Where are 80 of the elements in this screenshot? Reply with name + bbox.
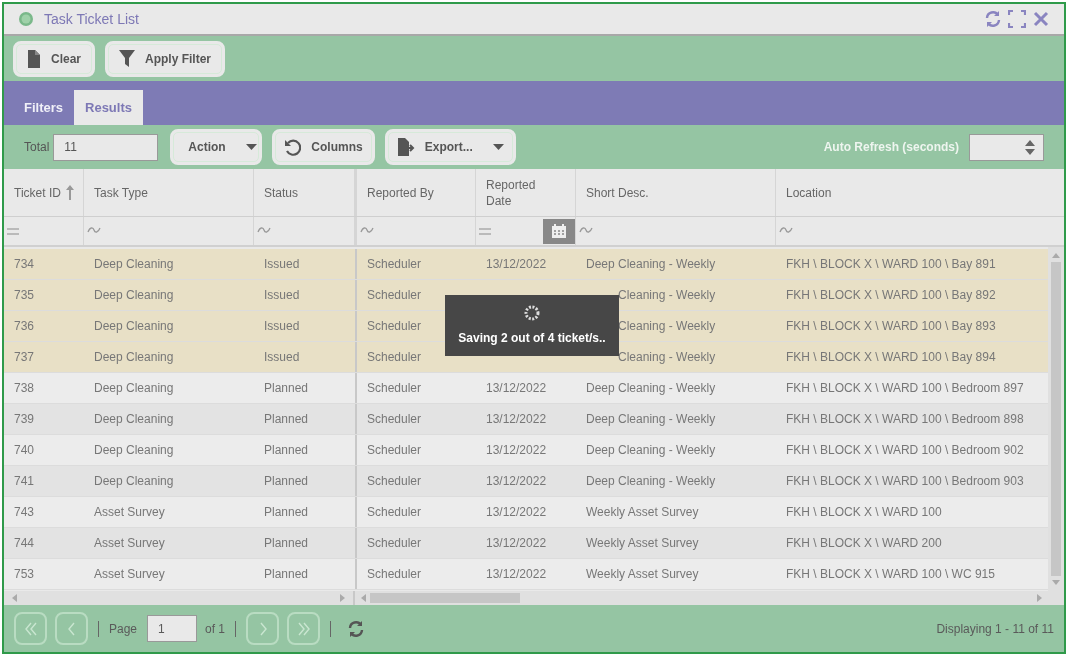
table-cell-text: Scheduler xyxy=(367,442,422,459)
table-cell-text: 13/12/2022 xyxy=(486,256,547,273)
table-cell-text: 736 xyxy=(14,318,35,335)
table-cell-text: FKH \ BLOCK X \ WARD 100 \ Bedroom 903 xyxy=(786,473,1024,490)
table-cell-text: Scheduler xyxy=(367,504,422,521)
table-cell-text: Deep Cleaning - Weekly xyxy=(586,442,716,459)
table-cell-text: Deep Cleaning xyxy=(94,349,174,366)
table-cell-text: FKH \ BLOCK X \ WARD 100 \ Bay 891 xyxy=(786,256,996,273)
table-cell-text: Deep Cleaning - Weekly xyxy=(586,411,716,428)
table-cell-text: Cleaning - Weekly xyxy=(618,287,716,304)
table-cell-text: Deep Cleaning xyxy=(94,411,174,428)
table-cell-text: 739 xyxy=(14,411,35,428)
table-cell-text: 13/12/2022 xyxy=(486,504,547,521)
table-cell-text: 741 xyxy=(14,473,35,490)
table-cell-text: 734 xyxy=(14,256,35,273)
table-cell-text: Planned xyxy=(264,442,309,459)
table-cell-text: Scheduler xyxy=(367,318,422,335)
display-count-label: Displaying 1 - 11 of 11 xyxy=(936,620,1054,638)
table-cell-text: Deep Cleaning - Weekly xyxy=(586,256,716,273)
table-cell-text: Asset Survey xyxy=(94,535,165,552)
table-cell-text: Deep Cleaning - Weekly xyxy=(586,380,716,397)
table-cell-text: FKH \ BLOCK X \ WARD 100 \ Bay 893 xyxy=(786,318,996,335)
table-cell-text: 753 xyxy=(14,566,35,583)
table-cell-text: FKH \ BLOCK X \ WARD 100 xyxy=(786,504,942,521)
table-cell-text: Scheduler xyxy=(367,287,422,304)
table-cell-text: Weekly Asset Survey xyxy=(586,566,699,583)
table-cell-text: FKH \ BLOCK X \ WARD 100 \ Bedroom 898 xyxy=(786,411,1024,428)
table-cell-text: Planned xyxy=(264,380,309,397)
table-cell-text: Deep Cleaning xyxy=(94,256,174,273)
table-cell-text: 743 xyxy=(14,504,35,521)
table-cell-text: FKH \ BLOCK X \ WARD 100 \ Bay 894 xyxy=(786,349,996,366)
table-cell-text: Asset Survey xyxy=(94,566,165,583)
table-cell-text: Weekly Asset Survey xyxy=(586,504,699,521)
table-cell-text: Scheduler xyxy=(367,535,422,552)
table-cell-text: Deep Cleaning - Weekly xyxy=(586,473,716,490)
table-cell-text: Deep Cleaning xyxy=(94,380,174,397)
table-cell-text: Planned xyxy=(264,535,309,552)
table-cell-text: 735 xyxy=(14,287,35,304)
table-cell-text: Issued xyxy=(264,287,300,304)
table-cell-text: Deep Cleaning xyxy=(94,287,174,304)
table-cell-text: Deep Cleaning xyxy=(94,473,174,490)
table-cell-text: 13/12/2022 xyxy=(486,535,547,552)
table-cell-text: 13/12/2022 xyxy=(486,566,547,583)
table-cell-text: Scheduler xyxy=(367,566,422,583)
table-cell-text: FKH \ BLOCK X \ WARD 100 \ Bedroom 897 xyxy=(786,380,1024,397)
table-cell-text: Cleaning - Weekly xyxy=(618,349,716,366)
table-cell-text: 740 xyxy=(14,442,35,459)
window-title: Task Ticket List xyxy=(44,9,139,29)
total-label: Total xyxy=(24,139,50,156)
table-cell-text: Planned xyxy=(264,504,309,521)
page-count-label: of 1 xyxy=(205,620,226,638)
table-cell-text: Asset Survey xyxy=(94,504,165,521)
table-cell-text: FKH \ BLOCK X \ WARD 200 xyxy=(786,535,942,552)
table-cell-text: Issued xyxy=(264,256,300,273)
table-cell-text: Planned xyxy=(264,566,309,583)
table-cell-text: Scheduler xyxy=(367,349,422,366)
table-cell-text: FKH \ BLOCK X \ WARD 100 \ WC 915 xyxy=(786,566,995,583)
table-cell-text: Deep Cleaning xyxy=(94,318,174,335)
table-cell-text: Weekly Asset Survey xyxy=(586,535,699,552)
table-cell-text: 737 xyxy=(14,349,35,366)
table-cell-text: 13/12/2022 xyxy=(486,442,547,459)
table-cell-text: Scheduler xyxy=(367,473,422,490)
table-cell-text: 738 xyxy=(14,380,35,397)
table-cell-text: Issued xyxy=(264,349,300,366)
auto-refresh-label: Auto Refresh (seconds) xyxy=(823,139,959,156)
table-cell-text: 744 xyxy=(14,535,35,552)
table-cell-text: Scheduler xyxy=(367,380,422,397)
table-cell-text: 13/12/2022 xyxy=(486,380,547,397)
table-cell-text: 13/12/2022 xyxy=(486,411,547,428)
table-cell-text: Planned xyxy=(264,411,309,428)
table-cell-text: Planned xyxy=(264,473,309,490)
table-cell-text: Scheduler xyxy=(367,256,422,273)
page-label: Page xyxy=(109,620,138,638)
table-cell-text: Scheduler xyxy=(367,411,422,428)
table-cell-text: Issued xyxy=(264,318,300,335)
table-cell-text: Deep Cleaning xyxy=(94,442,174,459)
table-cell-text: Cleaning - Weekly xyxy=(618,318,716,335)
table-cell-text: 13/12/2022 xyxy=(486,473,547,490)
table-cell-text: FKH \ BLOCK X \ WARD 100 \ Bay 892 xyxy=(786,287,996,304)
table-cell-text: FKH \ BLOCK X \ WARD 100 \ Bedroom 902 xyxy=(786,442,1024,459)
